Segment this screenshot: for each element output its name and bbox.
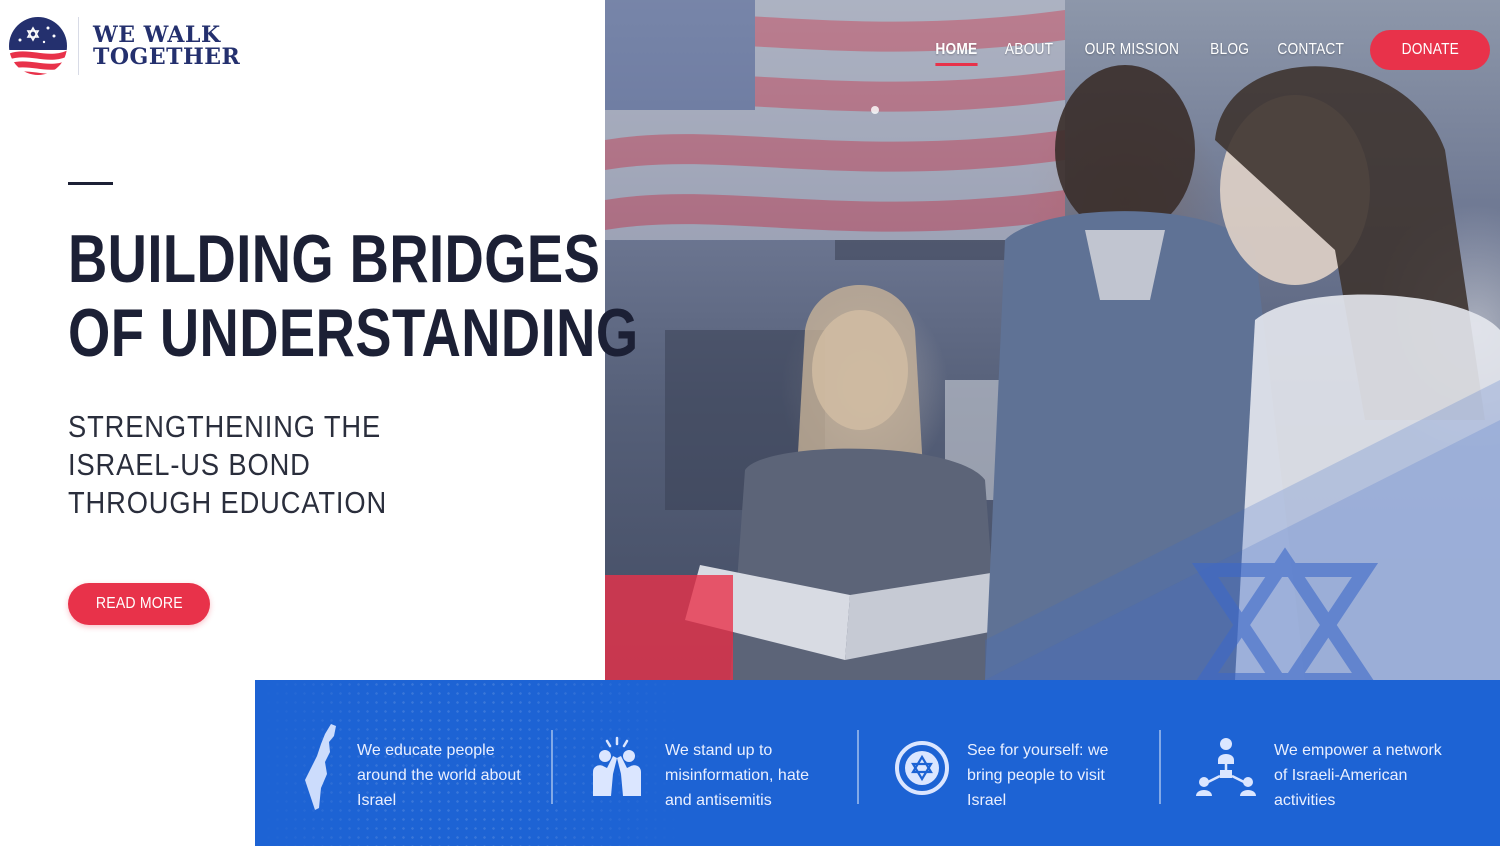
feature-network: We empower a network of Israeli-American… — [1162, 680, 1500, 846]
feature-text: See for yourself: we bring people to vis… — [967, 738, 1147, 813]
feature-divider — [857, 730, 859, 804]
hero-title-line-1: BUILDING BRIDGES — [68, 221, 601, 297]
feature-text: We educate people around the world about… — [357, 738, 537, 813]
site-logo[interactable]: WE WALK TOGETHER — [8, 16, 240, 76]
hero-image-art — [605, 0, 1500, 680]
donate-button-label: DONATE — [1401, 41, 1459, 58]
logo-wordmark: WE WALK TOGETHER — [93, 24, 240, 68]
hero-accent-line — [68, 182, 113, 185]
feature-line: We stand up to — [665, 742, 773, 759]
feature-educate: We educate people around the world about… — [255, 680, 555, 846]
network-icon — [1196, 738, 1256, 796]
main-nav: HOME ABOUT OUR MISSION BLOG CONTACT DONA… — [932, 30, 1490, 70]
feature-text: We empower a network of Israeli-American… — [1274, 738, 1474, 813]
features-bar: We educate people around the world about… — [255, 680, 1500, 846]
logo-line-1: WE WALK — [93, 22, 221, 48]
feature-divider — [1159, 730, 1161, 804]
nav-item-blog[interactable]: BLOG — [1210, 41, 1249, 59]
hero-title: BUILDING BRIDGES OF UNDERSTANDING — [68, 222, 638, 370]
feature-text: We stand up to misinformation, hate and … — [665, 738, 845, 813]
hero-title-line-2: OF UNDERSTANDING — [68, 295, 639, 371]
feature-visit: See for yourself: we bring people to vis… — [860, 680, 1160, 846]
hero-subtitle: STRENGTHENING THE ISRAEL-US BOND THROUGH… — [68, 408, 387, 522]
feature-line: We empower a network — [1274, 742, 1442, 759]
feature-line: Israel — [967, 792, 1007, 809]
logo-badge-icon — [9, 17, 67, 75]
nav-item-home[interactable]: HOME — [935, 41, 978, 66]
feature-line: activities — [1274, 792, 1336, 809]
people-standing-icon — [593, 736, 641, 796]
hero-subtitle-line-2: ISRAEL-US BOND — [68, 447, 311, 482]
star-of-david-badge-icon — [895, 741, 949, 795]
feature-stand-up: We stand up to misinformation, hate and … — [555, 680, 860, 846]
feature-line: Israel — [357, 792, 397, 809]
nav-item-contact[interactable]: CONTACT — [1278, 41, 1345, 59]
feature-line: misinformation, hate — [665, 767, 810, 784]
read-more-button[interactable]: READ MORE — [68, 583, 210, 625]
feature-line: of Israeli-American — [1274, 767, 1408, 784]
donate-button[interactable]: DONATE — [1370, 30, 1490, 70]
hero-subtitle-line-1: STRENGTHENING THE — [68, 409, 382, 444]
feature-line: See for yourself: we — [967, 742, 1109, 759]
feature-divider — [551, 730, 553, 804]
hero-subtitle-line-3: THROUGH EDUCATION — [68, 485, 388, 520]
nav-item-our-mission[interactable]: OUR MISSION — [1085, 41, 1179, 59]
feature-line: and antisemitis — [665, 792, 772, 809]
feature-line: We educate people — [357, 742, 495, 759]
feature-line: around the world about — [357, 767, 521, 784]
hero-image — [605, 0, 1500, 680]
logo-line-2: TOGETHER — [93, 44, 241, 70]
israel-map-icon — [305, 724, 336, 810]
read-more-label: READ MORE — [95, 595, 183, 612]
nav-item-about[interactable]: ABOUT — [1005, 41, 1053, 59]
feature-line: bring people to visit — [967, 767, 1105, 784]
logo-divider — [78, 17, 79, 75]
